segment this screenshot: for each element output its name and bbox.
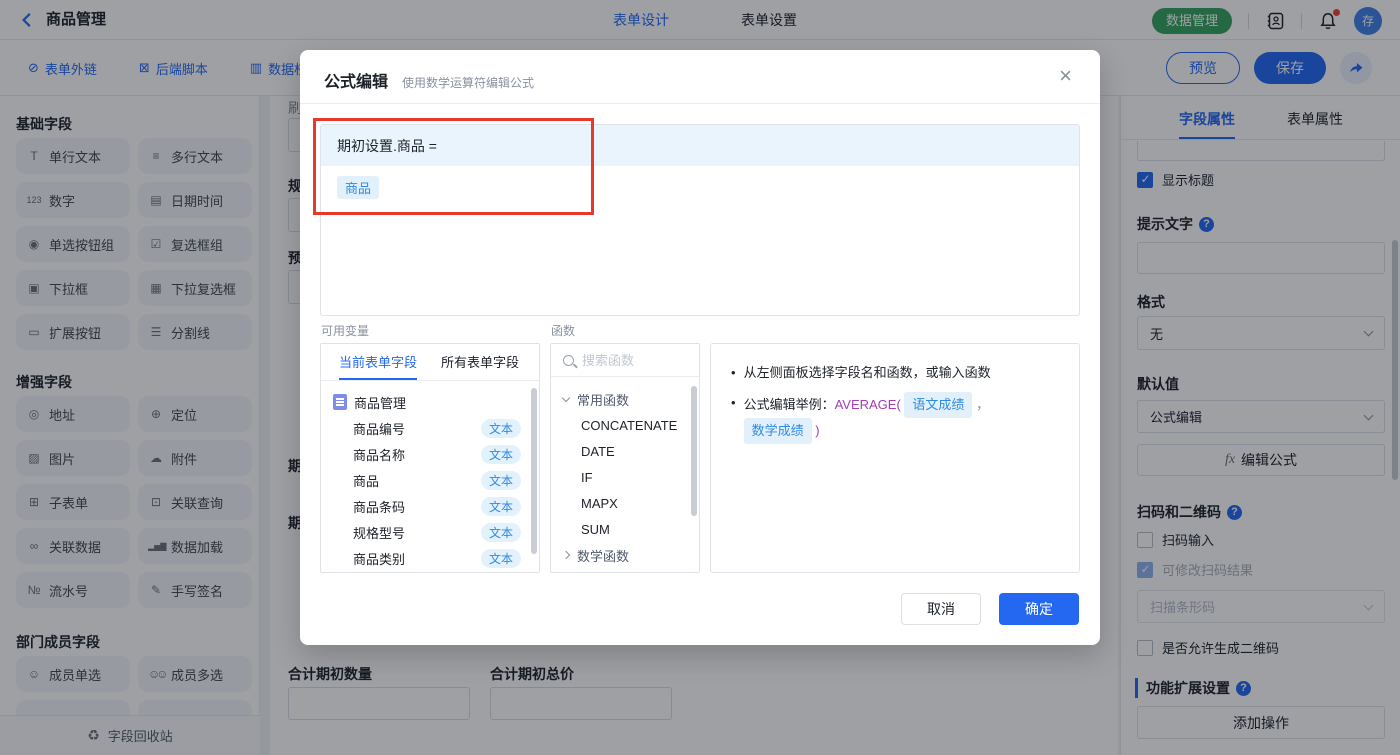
form-name: 商品管理 — [354, 395, 407, 411]
caret-right-icon — [561, 550, 571, 560]
function-group-label: 常用函数 — [577, 392, 630, 408]
tips-panel: 从左侧面板选择字段名和函数，或输入函数 公式编辑举例：AVERAGE( 语文成绩… — [710, 343, 1080, 573]
header-divider — [300, 103, 1100, 104]
variable-name: 规格型号 — [353, 525, 406, 541]
caret-down-icon — [561, 393, 571, 402]
field-token[interactable]: 商品 — [337, 176, 380, 199]
formula-editor[interactable]: 期初设置.商品 = 商品 — [320, 124, 1080, 316]
variable-row[interactable]: 规格型号 文本 — [333, 519, 529, 545]
function-name: DATE — [581, 443, 615, 459]
function-item[interactable]: CONCATENATE — [563, 412, 689, 438]
variable-row[interactable]: 商品编号 文本 — [333, 415, 529, 441]
function-token: AVERAGE( — [834, 397, 901, 412]
form-tree-root[interactable]: 商品管理 — [333, 389, 529, 415]
tip-example-prefix: 公式编辑举例： — [743, 397, 835, 412]
example-field-token: 语文成绩 — [904, 392, 973, 418]
tip-example: 公式编辑举例：AVERAGE( 语文成绩 ， 数学成绩 ) — [743, 392, 1059, 444]
dialog-title: 公式编辑 — [324, 74, 389, 91]
formula-edit-dialog: 公式编辑 使用数学运算符编辑公式 × 期初设置.商品 = 商品 可用变量 当前表… — [300, 50, 1100, 645]
functions-label: 函数 — [551, 324, 576, 338]
function-name: CONCATENATE — [581, 417, 678, 433]
tab-current-form-fields[interactable]: 当前表单字段 — [339, 344, 418, 380]
cancel-button[interactable]: 取消 — [901, 593, 981, 625]
functions-scrollbar[interactable] — [691, 386, 697, 516]
type-badge: 文本 — [480, 444, 521, 464]
function-item[interactable]: MAPX — [563, 490, 689, 516]
tip-line-2: 公式编辑举例：AVERAGE( 语文成绩 ， 数学成绩 ) — [731, 392, 1059, 444]
function-group-math[interactable]: 数学函数 — [561, 542, 689, 568]
function-item[interactable]: SUM — [563, 516, 689, 542]
variable-name: 商品 — [353, 473, 380, 489]
variable-row[interactable]: 商品 文本 — [333, 467, 529, 493]
variable-row[interactable]: 商品条码 文本 — [333, 493, 529, 519]
variables-scrollbar[interactable] — [531, 388, 537, 554]
tip-line-1: 从左侧面板选择字段名和函数，或输入函数 — [731, 362, 1059, 384]
functions-panel: 常用函数 CONCATENATE DATE IF MAPX SUM 数学函数 文… — [550, 343, 700, 573]
function-name: IF — [581, 469, 593, 485]
type-badge: 文本 — [480, 496, 521, 516]
variable-name: 商品编号 — [353, 421, 406, 437]
comma: ， — [976, 397, 990, 412]
variable-row[interactable]: 商品名称 文本 — [333, 441, 529, 467]
function-group-text[interactable]: 文本函数 — [563, 568, 689, 573]
form-doc-icon — [333, 394, 347, 410]
function-name: SUM — [581, 521, 610, 537]
example-field-token: 数学成绩 — [743, 418, 812, 444]
close-paren: ) — [815, 423, 820, 438]
tab-all-form-fields[interactable]: 所有表单字段 — [441, 344, 519, 380]
formula-target-text: 期初设置.商品 = — [337, 137, 437, 154]
confirm-button[interactable]: 确定 — [999, 593, 1079, 625]
type-badge: 文本 — [480, 418, 521, 438]
variable-row[interactable]: 商品类别 文本 — [333, 545, 529, 571]
formula-target-bar: 期初设置.商品 = — [321, 125, 1079, 166]
variable-name: 商品类别 — [353, 551, 406, 567]
function-group-label: 文本函数 — [577, 572, 629, 573]
function-item[interactable]: DATE — [563, 438, 689, 464]
variables-label: 可用变量 — [321, 324, 370, 338]
type-badge: 文本 — [480, 548, 521, 568]
function-group-common[interactable]: 常用函数 — [561, 386, 689, 412]
function-name: MAPX — [581, 495, 618, 511]
app-window: 商品管理 表单设计 表单设置 数据管理 存 ⊘ 表单外链 ⊠ 后端脚本 ▥ 数据… — [0, 0, 1400, 755]
variables-panel: 当前表单字段 所有表单字段 商品管理 商品编号 文本 商品名称 文本 商品 文本… — [320, 343, 540, 573]
search-icon — [563, 354, 574, 366]
type-badge: 文本 — [480, 522, 521, 542]
close-icon[interactable]: × — [1059, 65, 1072, 87]
function-search-input[interactable] — [582, 344, 687, 376]
variable-name: 商品名称 — [353, 447, 406, 463]
function-group-label: 数学函数 — [577, 548, 630, 564]
dialog-subtitle: 使用数学运算符编辑公式 — [402, 76, 535, 90]
variable-name: 商品条码 — [353, 499, 406, 515]
type-badge: 文本 — [480, 470, 521, 490]
tip-text: 从左侧面板选择字段名和函数，或输入函数 — [743, 365, 991, 380]
function-item[interactable]: IF — [563, 464, 689, 490]
